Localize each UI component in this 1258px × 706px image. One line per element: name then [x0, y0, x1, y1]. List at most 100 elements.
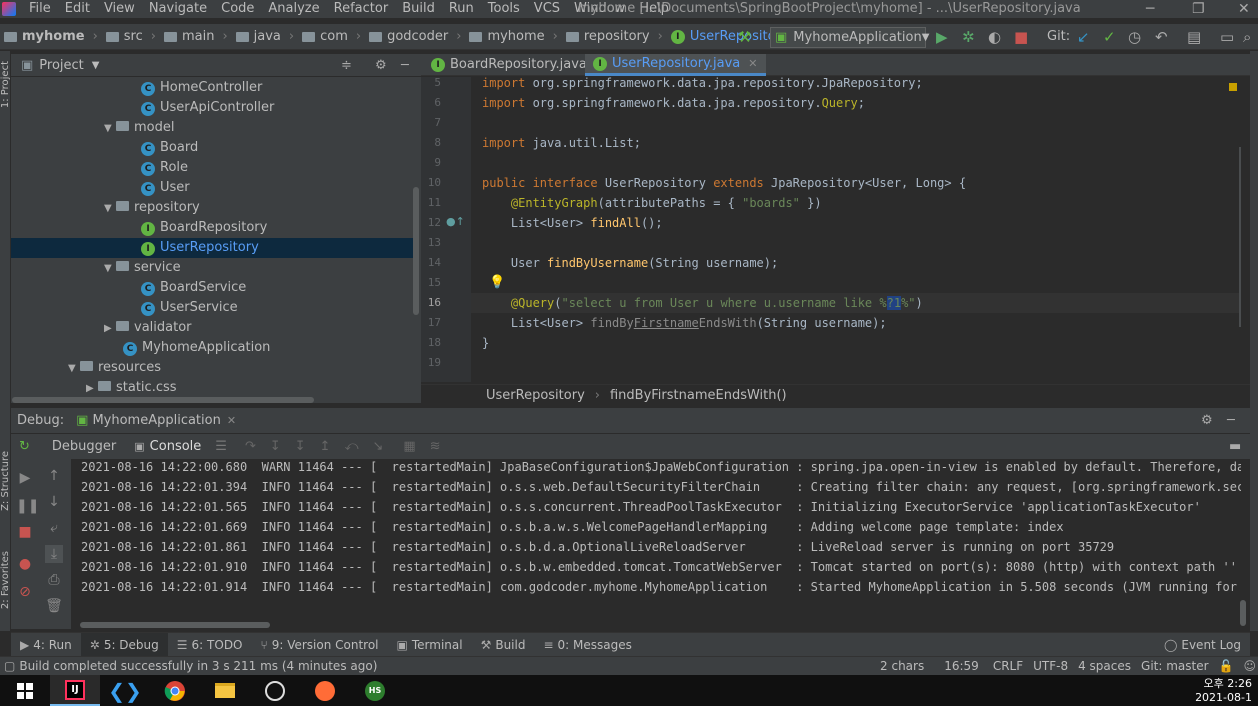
favorites-strip-tab[interactable]: 2: Favorites — [0, 551, 11, 609]
expand-arrow-icon[interactable]: ▼ — [104, 199, 116, 219]
tree-item-boardservice[interactable]: C BoardService — [11, 278, 413, 298]
breadcrumb-godcoder[interactable]: godcoder › — [365, 29, 465, 44]
console-output[interactable]: 2021-08-16 14:22:00.680 WARN 11464 --- [… — [71, 459, 1241, 620]
rollback-icon[interactable]: ↶ — [1155, 27, 1168, 47]
step-over-icon[interactable]: ↷ — [245, 439, 256, 454]
menu-vcs[interactable]: VCS — [527, 0, 567, 18]
chrome-taskbar-icon[interactable] — [150, 675, 200, 706]
up-icon[interactable]: ↑ — [45, 467, 63, 485]
gear-icon[interactable]: ⚙ — [1201, 413, 1213, 428]
run-icon[interactable]: ▶ — [936, 27, 948, 47]
breadcrumb-myhome-pkg[interactable]: myhome › — [465, 29, 561, 44]
restore-icon[interactable]: ❐ — [1192, 0, 1205, 18]
breadcrumb-method[interactable]: findByFirstnameEndsWith() — [610, 388, 787, 403]
status-encoding[interactable]: UTF-8 — [1033, 659, 1068, 673]
step-out-icon[interactable]: ↥ — [320, 439, 331, 454]
debug-bug-icon[interactable]: ✲ — [962, 27, 975, 47]
presentation-icon[interactable]: ▭ — [1220, 27, 1234, 47]
hide-panel-icon[interactable]: ─ — [401, 58, 409, 73]
pause-icon[interactable]: ❚❚ — [16, 497, 39, 515]
system-clock[interactable]: 오후 2:26 2021-08-1 — [1195, 677, 1252, 705]
toolwindow-terminal[interactable]: ▣ Terminal — [388, 638, 472, 652]
toolwindow-version-control[interactable]: ⑂ 9: Version Control — [252, 638, 388, 652]
build-hammer-icon[interactable]: ⚒ — [738, 27, 751, 47]
trace-icon[interactable]: ≋ — [430, 439, 441, 454]
tree-item-static-css[interactable]: ▶ static.css — [11, 378, 413, 398]
tab-userrepository[interactable]: I UserRepository.java ✕ — [585, 54, 766, 76]
intention-bulb-icon[interactable]: 💡 — [489, 275, 505, 290]
history-icon[interactable]: ◷ — [1128, 27, 1141, 47]
view-breakpoints-icon[interactable]: ● — [16, 555, 34, 573]
search-icon[interactable]: ⌕ — [1243, 27, 1251, 47]
status-indent[interactable]: 4 spaces — [1078, 659, 1131, 673]
down-icon[interactable]: ↓ — [45, 493, 63, 511]
tab-boardrepository[interactable]: I BoardRepository.java ✕ — [423, 54, 612, 76]
windows-start-icon[interactable] — [0, 675, 50, 706]
resume-icon[interactable]: ▶ — [16, 469, 34, 487]
hide-panel-icon[interactable]: ─ — [1227, 413, 1235, 428]
toolwindow-todo[interactable]: ☰ 6: TODO — [168, 638, 252, 652]
menu-analyze[interactable]: Analyze — [261, 0, 326, 18]
postman-taskbar-icon[interactable] — [300, 675, 350, 706]
gear-icon[interactable]: ⚙ — [375, 58, 387, 73]
rerun-icon[interactable]: ↻ — [19, 439, 30, 454]
mute-breakpoints-icon[interactable]: ⊘ — [16, 583, 34, 601]
toolwindow-event-log[interactable]: ◯ Event Log — [1155, 638, 1250, 652]
status-caret-position[interactable]: 16:59 — [944, 659, 979, 673]
menu-file[interactable]: File — [22, 0, 58, 18]
git-update-icon[interactable]: ↙ — [1077, 27, 1090, 47]
status-message[interactable]: Build completed successfully in 3 s 211 … — [19, 659, 377, 673]
debug-session-tab[interactable]: MyhomeApplication — [92, 413, 220, 428]
tree-item-userapicontroller[interactable]: C UserApiController — [11, 98, 413, 118]
menu-view[interactable]: View — [97, 0, 142, 18]
expand-arrow-icon[interactable]: ▼ — [104, 259, 116, 279]
expand-arrow-icon[interactable]: ▼ — [104, 119, 116, 139]
close-tab-icon[interactable]: ✕ — [748, 53, 757, 75]
tree-item-board[interactable]: C Board — [11, 138, 413, 158]
warning-marker-icon[interactable] — [1229, 83, 1237, 91]
status-git-branch[interactable]: Git: master — [1141, 659, 1209, 673]
git-commit-icon[interactable]: ✓ — [1103, 27, 1116, 47]
obs-taskbar-icon[interactable] — [250, 675, 300, 706]
tab-console[interactable]: Console — [150, 439, 202, 454]
editor-scrollbar[interactable] — [1239, 147, 1241, 327]
tree-item-service[interactable]: ▼ service — [11, 258, 413, 278]
collapse-arrow-icon[interactable]: ▶ — [86, 379, 98, 399]
evaluate-icon[interactable]: ▦ — [403, 439, 415, 454]
intellij-taskbar-icon[interactable]: IJ — [50, 675, 100, 706]
menu-edit[interactable]: Edit — [58, 0, 97, 18]
project-tree-hscrollbar[interactable] — [12, 397, 314, 403]
tree-item-role[interactable]: C Role — [11, 158, 413, 178]
clear-all-icon[interactable]: 🗑 — [45, 597, 63, 615]
tree-item-userrepository[interactable]: I UserRepository — [11, 238, 413, 258]
soft-wrap-icon[interactable]: ⤶ — [45, 519, 63, 537]
menu-code[interactable]: Code — [214, 0, 261, 18]
breadcrumb-com[interactable]: com › — [298, 29, 365, 44]
frames-icon[interactable]: ☰ — [215, 439, 227, 454]
toolwindow-build[interactable]: ⚒ Build — [472, 638, 535, 652]
menu-tools[interactable]: Tools — [481, 0, 527, 18]
project-panel-title[interactable]: Project — [39, 58, 83, 73]
chevron-down-icon[interactable]: ▼ — [92, 60, 100, 71]
tree-item-boardrepository[interactable]: I BoardRepository — [11, 218, 413, 238]
tree-item-repository[interactable]: ▼ repository — [11, 198, 413, 218]
collapse-arrow-icon[interactable]: ▶ — [104, 319, 116, 339]
menu-run[interactable]: Run — [442, 0, 481, 18]
expand-arrow-icon[interactable]: ▼ — [68, 359, 80, 379]
coverage-icon[interactable]: ◐ — [988, 27, 1001, 47]
breadcrumb-main[interactable]: main › — [160, 29, 232, 44]
breadcrumb-repository[interactable]: repository › — [562, 29, 667, 44]
lock-icon[interactable]: 🔓 — [1219, 659, 1234, 673]
menu-refactor[interactable]: Refactor — [327, 0, 396, 18]
project-strip-tab[interactable]: 1: Project — [0, 61, 11, 108]
tree-item-validator[interactable]: ▶ validator — [11, 318, 413, 338]
implemented-method-icon[interactable]: ●↑ — [446, 215, 465, 228]
console-vscrollbar[interactable] — [1240, 600, 1246, 626]
status-square-icon[interactable]: ▢ — [4, 659, 15, 673]
menu-build[interactable]: Build — [395, 0, 442, 18]
project-structure-icon[interactable]: ▤ — [1187, 27, 1201, 47]
drop-frame-icon[interactable]: ⤺ — [345, 439, 359, 454]
print-icon[interactable]: ⎙ — [45, 571, 63, 589]
stop-icon[interactable]: ■ — [16, 523, 34, 541]
breadcrumb-myhome[interactable]: myhome › — [0, 29, 102, 44]
